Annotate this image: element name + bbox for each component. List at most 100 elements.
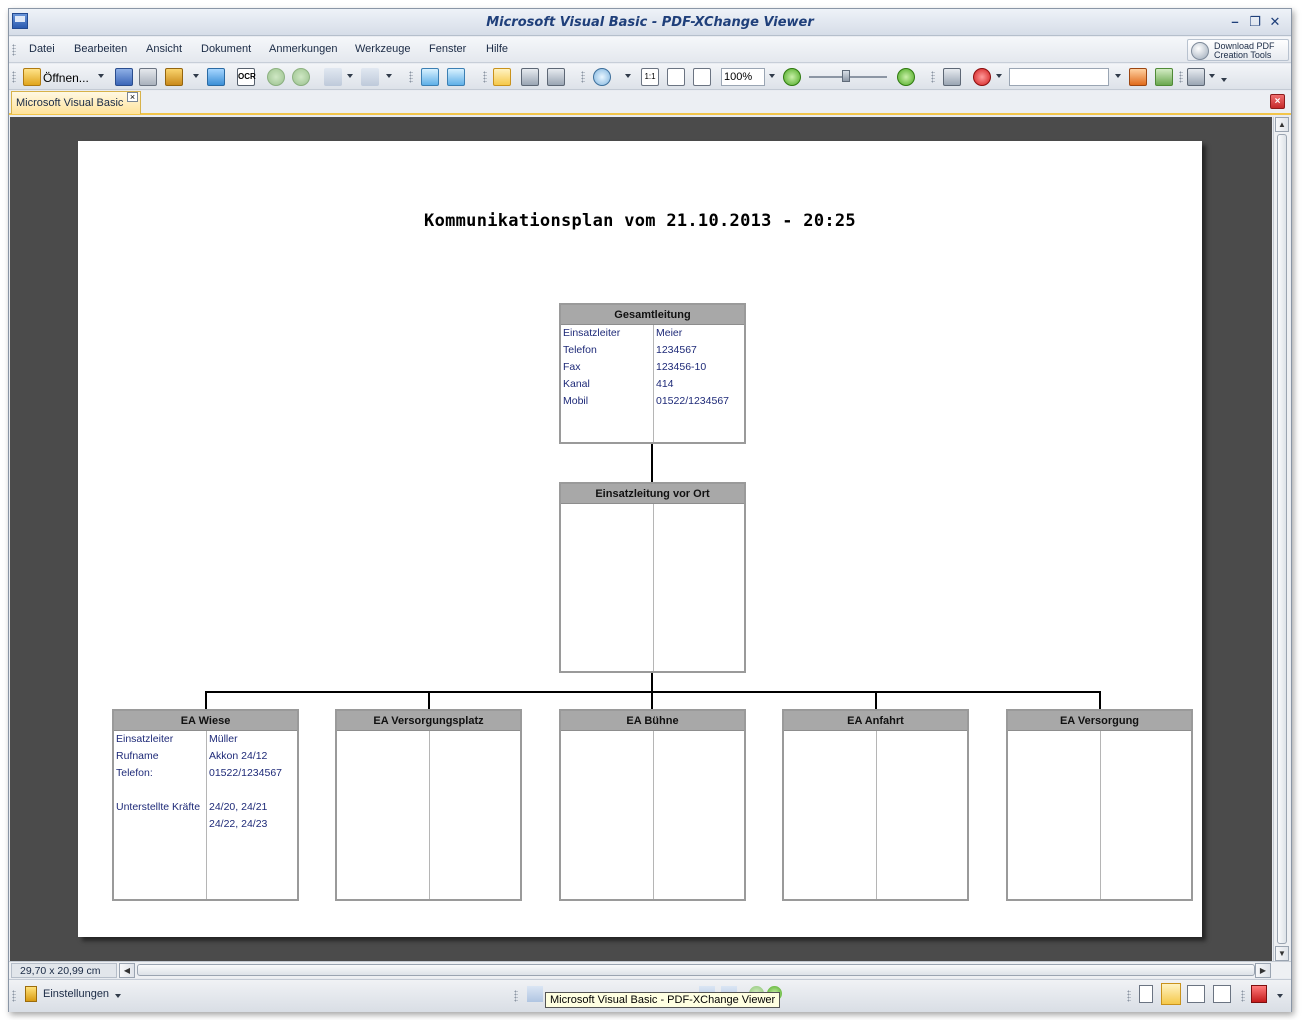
scroll-down-icon[interactable]: ▼ [1275,946,1289,961]
settings-button[interactable]: Einstellungen [43,988,109,1000]
undo-icon[interactable] [324,68,342,86]
einsatzleitung-box: Einsatzleitung vor Ort [559,482,746,673]
open-folder-icon[interactable] [23,68,41,86]
select-text-icon[interactable] [547,68,565,86]
rotate-right-icon[interactable] [447,68,465,86]
ea-versorgung-box: EA Versorgung [1006,709,1193,901]
zoom-slider-thumb[interactable] [842,70,850,82]
fit-page-icon[interactable] [667,68,685,86]
zoom-tool-icon[interactable] [593,68,611,86]
find-icon[interactable] [943,68,961,86]
zoom-in-icon[interactable] [897,68,915,86]
settings-flag-icon[interactable] [25,986,37,1002]
box-header: Einsatzleitung vor Ort [561,484,744,504]
row-value: 01522/1234567 [656,395,729,407]
nav-grip-icon[interactable] [514,990,518,1002]
toolbar-grip-2-icon[interactable] [409,71,413,83]
title-bar[interactable]: Microsoft Visual Basic - PDF-XChange Vie… [9,9,1291,36]
continuous-facing-icon[interactable] [1213,985,1231,1003]
document-view[interactable]: Kommunikationsplan vom 21.10.2013 - 20:2… [10,117,1272,961]
scan-icon[interactable] [207,68,225,86]
find-next-icon[interactable] [1155,68,1173,86]
ask-search-icon[interactable] [973,68,991,86]
box-header: Gesamtleitung [561,305,744,325]
zoom-dropdown-icon[interactable] [769,74,775,78]
undo-dropdown-icon[interactable] [347,74,353,78]
horizontal-scroll-thumb[interactable] [137,964,1255,976]
export-dropdown-icon[interactable] [193,74,199,78]
row-label: Unterstellte Kräfte [116,801,201,813]
ocr-icon[interactable]: OCR [237,68,256,86]
actual-size-icon[interactable]: 1:1 [641,68,659,86]
document-tab[interactable]: Microsoft Visual Basic × [11,91,141,114]
menu-fenster[interactable]: Fenster [429,43,466,55]
pdf-grip-icon[interactable] [1241,990,1245,1002]
scroll-right-icon[interactable]: ▶ [1255,963,1271,978]
scroll-up-icon[interactable]: ▲ [1275,117,1289,132]
menu-datei[interactable]: Datei [29,43,55,55]
tab-close-icon[interactable]: × [127,92,138,102]
tools-icon[interactable] [1187,68,1205,86]
open-dropdown-icon[interactable] [98,74,104,78]
forward-arrow-icon[interactable] [292,68,310,86]
first-page-icon[interactable] [527,986,543,1002]
search-dropdown-icon[interactable] [1115,74,1121,78]
vertical-scroll-thumb[interactable] [1277,134,1287,944]
pdf-icon[interactable] [1251,985,1267,1003]
toolbar-grip-4-icon[interactable] [581,71,585,83]
gesamtleitung-box: Gesamtleitung Einsatzleiter Meier Telefo… [559,303,746,444]
toolbar-grip-icon[interactable] [12,71,16,83]
close-document-icon[interactable]: × [1270,94,1285,109]
zoom-out-icon[interactable] [783,68,801,86]
back-arrow-icon[interactable] [267,68,285,86]
toolbar-grip-6-icon[interactable] [1179,71,1183,83]
menu-dokument[interactable]: Dokument [201,43,251,55]
connector-line [651,673,653,691]
zoom-tool-dropdown-icon[interactable] [625,74,631,78]
export-icon[interactable] [165,68,183,86]
snapshot-icon[interactable] [521,68,539,86]
redo-icon[interactable] [361,68,379,86]
menu-anmerkungen[interactable]: Anmerkungen [269,43,338,55]
download-creation-tools-button[interactable]: Download PDF Creation Tools [1187,39,1289,61]
menu-bearbeiten[interactable]: Bearbeiten [74,43,127,55]
main-toolbar: Öffnen... OCR 1:1 100% [9,64,1291,90]
pdf-dropdown-icon[interactable] [1277,994,1283,998]
menu-werkzeuge[interactable]: Werkzeuge [355,43,410,55]
minimize-button[interactable]: – [1227,14,1243,30]
settings-dropdown-icon[interactable] [115,994,121,998]
horizontal-scrollbar[interactable]: 29,70 x 20,99 cm ◀ ▶ [9,961,1291,978]
menu-ansicht[interactable]: Ansicht [146,43,182,55]
restore-button[interactable]: ❐ [1247,14,1263,30]
row-value: 24/22, 24/23 [209,818,268,830]
vertical-scrollbar[interactable]: ▲ ▼ [1273,117,1290,961]
layout-grip-icon[interactable] [1127,990,1131,1002]
scroll-left-icon[interactable]: ◀ [119,963,135,978]
zoom-level-input[interactable]: 100% [721,68,765,86]
rotate-left-icon[interactable] [421,68,439,86]
toolbar-grip-5-icon[interactable] [931,71,935,83]
single-page-icon[interactable] [1139,985,1153,1003]
search-input[interactable] [1009,68,1109,86]
continuous-page-icon[interactable] [1161,983,1181,1005]
tools-dropdown-icon[interactable] [1209,74,1215,78]
find-previous-icon[interactable] [1129,68,1147,86]
box-divider [876,731,877,899]
save-icon[interactable] [115,68,133,86]
row-value: 1234567 [656,344,697,356]
statusbar-grip-icon[interactable] [12,990,16,1002]
hand-tool-icon[interactable] [493,68,511,86]
facing-pages-icon[interactable] [1187,985,1205,1003]
menu-hilfe[interactable]: Hilfe [486,43,508,55]
row-value: Meier [656,327,683,339]
fit-width-icon[interactable] [693,68,711,86]
menu-grip-icon[interactable] [12,44,16,56]
open-button-label[interactable]: Öffnen... [43,71,89,85]
toolbar-grip-3-icon[interactable] [483,71,487,83]
close-button[interactable]: ✕ [1267,14,1283,30]
ask-dropdown-icon[interactable] [996,74,1002,78]
toolbar-overflow-icon[interactable] [1221,78,1227,82]
redo-dropdown-icon[interactable] [386,74,392,78]
print-icon[interactable] [139,68,157,86]
document-tab-label: Microsoft Visual Basic [16,97,124,109]
